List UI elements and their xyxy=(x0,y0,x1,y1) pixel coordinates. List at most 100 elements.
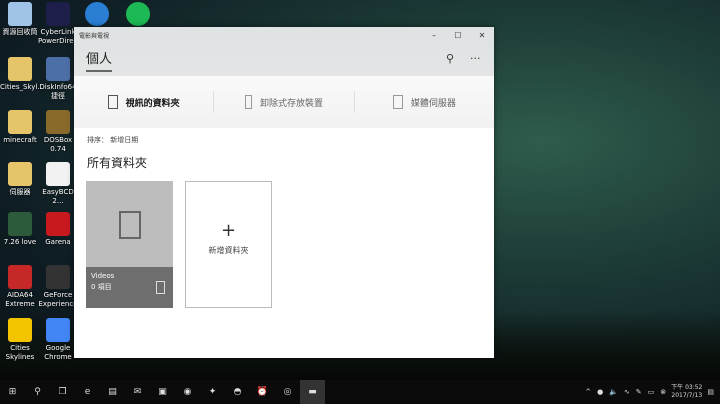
desktop-icon[interactable]: AIDA64 Extreme xyxy=(0,265,40,309)
folder-name: Videos xyxy=(91,272,115,280)
taskbar-app-icon[interactable]: ◎ xyxy=(275,380,300,404)
time: 下午 03:52 xyxy=(671,384,703,391)
search-icon[interactable]: ⚲ xyxy=(446,52,454,65)
app-icon xyxy=(46,212,70,236)
pivot-label: 媒體伺服器 xyxy=(410,98,456,109)
desktop-icon-label: EasyBCD 2... xyxy=(42,188,74,205)
usb-icon xyxy=(244,95,252,109)
pivot-media-servers[interactable]: 媒體伺服器 xyxy=(355,91,494,113)
app-icon xyxy=(8,265,32,289)
taskbar-app-icon[interactable]: ✦ xyxy=(200,380,225,404)
notification-icon[interactable]: ▤ xyxy=(707,388,714,396)
taskbar-app-icon[interactable]: ✉ xyxy=(125,380,150,404)
desktop-icon[interactable]: 7.26 love xyxy=(0,212,40,247)
more-icon[interactable]: ··· xyxy=(470,52,481,65)
movies-tv-window: 電影與電視 – ☐ ✕ 個人 ⚲ ··· 視訊的資料夾 卸除式存放裝置 媒體伺服… xyxy=(74,27,494,358)
desktop-icon-label: 伺服器 xyxy=(9,188,31,196)
tray-icon[interactable]: ^ xyxy=(585,388,591,396)
media-server-icon xyxy=(392,95,403,109)
start-button[interactable]: ⊞ xyxy=(0,380,25,404)
minimize-button[interactable]: – xyxy=(422,31,446,40)
tray-icon[interactable]: ▭ xyxy=(648,388,655,396)
tray-icon[interactable]: ⊗ xyxy=(660,388,666,396)
folder-icon xyxy=(119,211,141,239)
desktop-icon-label: Cities_Skyl... xyxy=(0,83,44,91)
desktop-icon-label: minecraft xyxy=(3,136,37,144)
folder-icon xyxy=(107,95,118,109)
window-title: 電影與電視 xyxy=(79,33,110,40)
app-icon xyxy=(8,2,32,26)
taskbar-app-icon[interactable]: ◓ xyxy=(225,380,250,404)
desktop-icon[interactable] xyxy=(77,2,117,28)
taskbar-app-icon[interactable]: ◉ xyxy=(175,380,200,404)
desktop-icon[interactable]: EasyBCD 2... xyxy=(38,162,78,206)
pivot-bar: 視訊的資料夾 卸除式存放裝置 媒體伺服器 xyxy=(74,76,494,128)
app-icon xyxy=(8,110,32,134)
desktop-icon-label: 資源回收筒 xyxy=(2,28,38,36)
task-view-button[interactable]: ❐ xyxy=(50,380,75,404)
title-bar: 電影與電視 – ☐ ✕ xyxy=(74,27,494,44)
app-icon xyxy=(46,162,70,186)
folder-small-icon xyxy=(156,281,165,294)
app-icon xyxy=(8,162,32,186)
app-icon xyxy=(46,318,70,342)
app-icon xyxy=(85,2,109,26)
desktop-icon[interactable] xyxy=(118,2,158,28)
add-folder-label: 新增資料夾 xyxy=(208,246,249,255)
folder-tile-videos[interactable]: Videos 0 項目 xyxy=(86,181,173,308)
desktop-icon-label: AIDA64 Extreme xyxy=(5,291,35,308)
maximize-button[interactable]: ☐ xyxy=(446,31,470,40)
desktop-icon[interactable]: Cities Skylines xyxy=(0,318,40,362)
tray-icon[interactable]: ✎ xyxy=(636,388,642,396)
pivot-label: 卸除式存放裝置 xyxy=(259,98,323,109)
desktop-icon[interactable]: DOSBox 0.74 xyxy=(38,110,78,154)
desktop-icon[interactable]: minecraft xyxy=(0,110,40,145)
desktop-icon[interactable]: GeForce Experience xyxy=(38,265,78,309)
search-button[interactable]: ⚲ xyxy=(25,380,50,404)
system-tray: ^ ● 🔈 ∿ ✎ ▭ ⊗ 下午 03:52 2017/7/13 ▤ xyxy=(585,384,720,400)
desktop-icon[interactable]: DiskInfo64 捷徑 xyxy=(38,57,78,101)
tab-personal[interactable]: 個人 xyxy=(86,48,113,72)
app-icon xyxy=(8,318,32,342)
app-icon xyxy=(8,212,32,236)
desktop-icon-label: Google Chrome xyxy=(44,344,72,361)
pivot-video-folders[interactable]: 視訊的資料夾 xyxy=(74,91,215,113)
desktop-icon-label: DOSBox 0.74 xyxy=(43,136,73,153)
desktop-icon[interactable]: Google Chrome xyxy=(38,318,78,362)
pivot-label: 視訊的資料夾 xyxy=(125,98,180,109)
app-icon xyxy=(46,57,70,81)
tray-icon[interactable]: ● xyxy=(597,388,603,396)
desktop-icon[interactable]: Garena xyxy=(38,212,78,247)
clock[interactable]: 下午 03:52 2017/7/13 xyxy=(671,384,702,400)
app-icon xyxy=(8,57,32,81)
taskbar: ⊞ ⚲ ❐ e ▤ ✉ ▣ ◉ ✦ ◓ ⏰ ◎ ▬ ^ ● 🔈 ∿ ✎ ▭ ⊗ 下午 03:52 2017/7/… xyxy=(0,380,720,404)
app-icon xyxy=(46,110,70,134)
desktop-icon[interactable]: 資源回收筒 xyxy=(0,2,40,37)
desktop-icon-label: DiskInfo64 捷徑 xyxy=(39,83,77,100)
desktop-icon[interactable]: CyberLink PowerDire... xyxy=(38,2,81,46)
desktop-icon-label: GeForce Experience xyxy=(38,291,78,308)
app-icon xyxy=(46,265,70,289)
desktop-icon[interactable]: Cities_Skyl... xyxy=(0,57,44,92)
close-button[interactable]: ✕ xyxy=(470,31,494,40)
add-folder-button[interactable]: + 新增資料夾 xyxy=(185,181,272,308)
taskbar-app-icon[interactable]: ▣ xyxy=(150,380,175,404)
desktop-icon-label: Cities Skylines xyxy=(5,344,35,361)
desktop-icon-label: CyberLink PowerDire... xyxy=(38,28,81,45)
desktop-icon-label: Garena xyxy=(45,238,71,246)
section-title: 所有資料夾 xyxy=(87,156,148,170)
desktop-icon[interactable]: 伺服器 xyxy=(0,162,40,197)
pivot-removable-storage[interactable]: 卸除式存放裝置 xyxy=(214,91,355,113)
plus-icon: + xyxy=(220,220,237,241)
date: 2017/7/13 xyxy=(671,392,703,399)
taskbar-app-icon[interactable]: ▤ xyxy=(100,380,125,404)
tray-icon[interactable]: 🔈 xyxy=(609,388,618,396)
taskbar-app-icon[interactable]: e xyxy=(75,380,100,404)
taskbar-app-icon[interactable]: ▬ xyxy=(300,380,325,404)
header: 個人 ⚲ ··· xyxy=(74,44,494,76)
app-icon xyxy=(46,2,70,26)
desktop-icon-label: 7.26 love xyxy=(3,238,37,246)
tray-icon[interactable]: ∿ xyxy=(624,388,630,396)
sort-selector[interactable]: 排序： 新增日期 xyxy=(87,135,138,145)
taskbar-app-icon[interactable]: ⏰ xyxy=(250,380,275,404)
